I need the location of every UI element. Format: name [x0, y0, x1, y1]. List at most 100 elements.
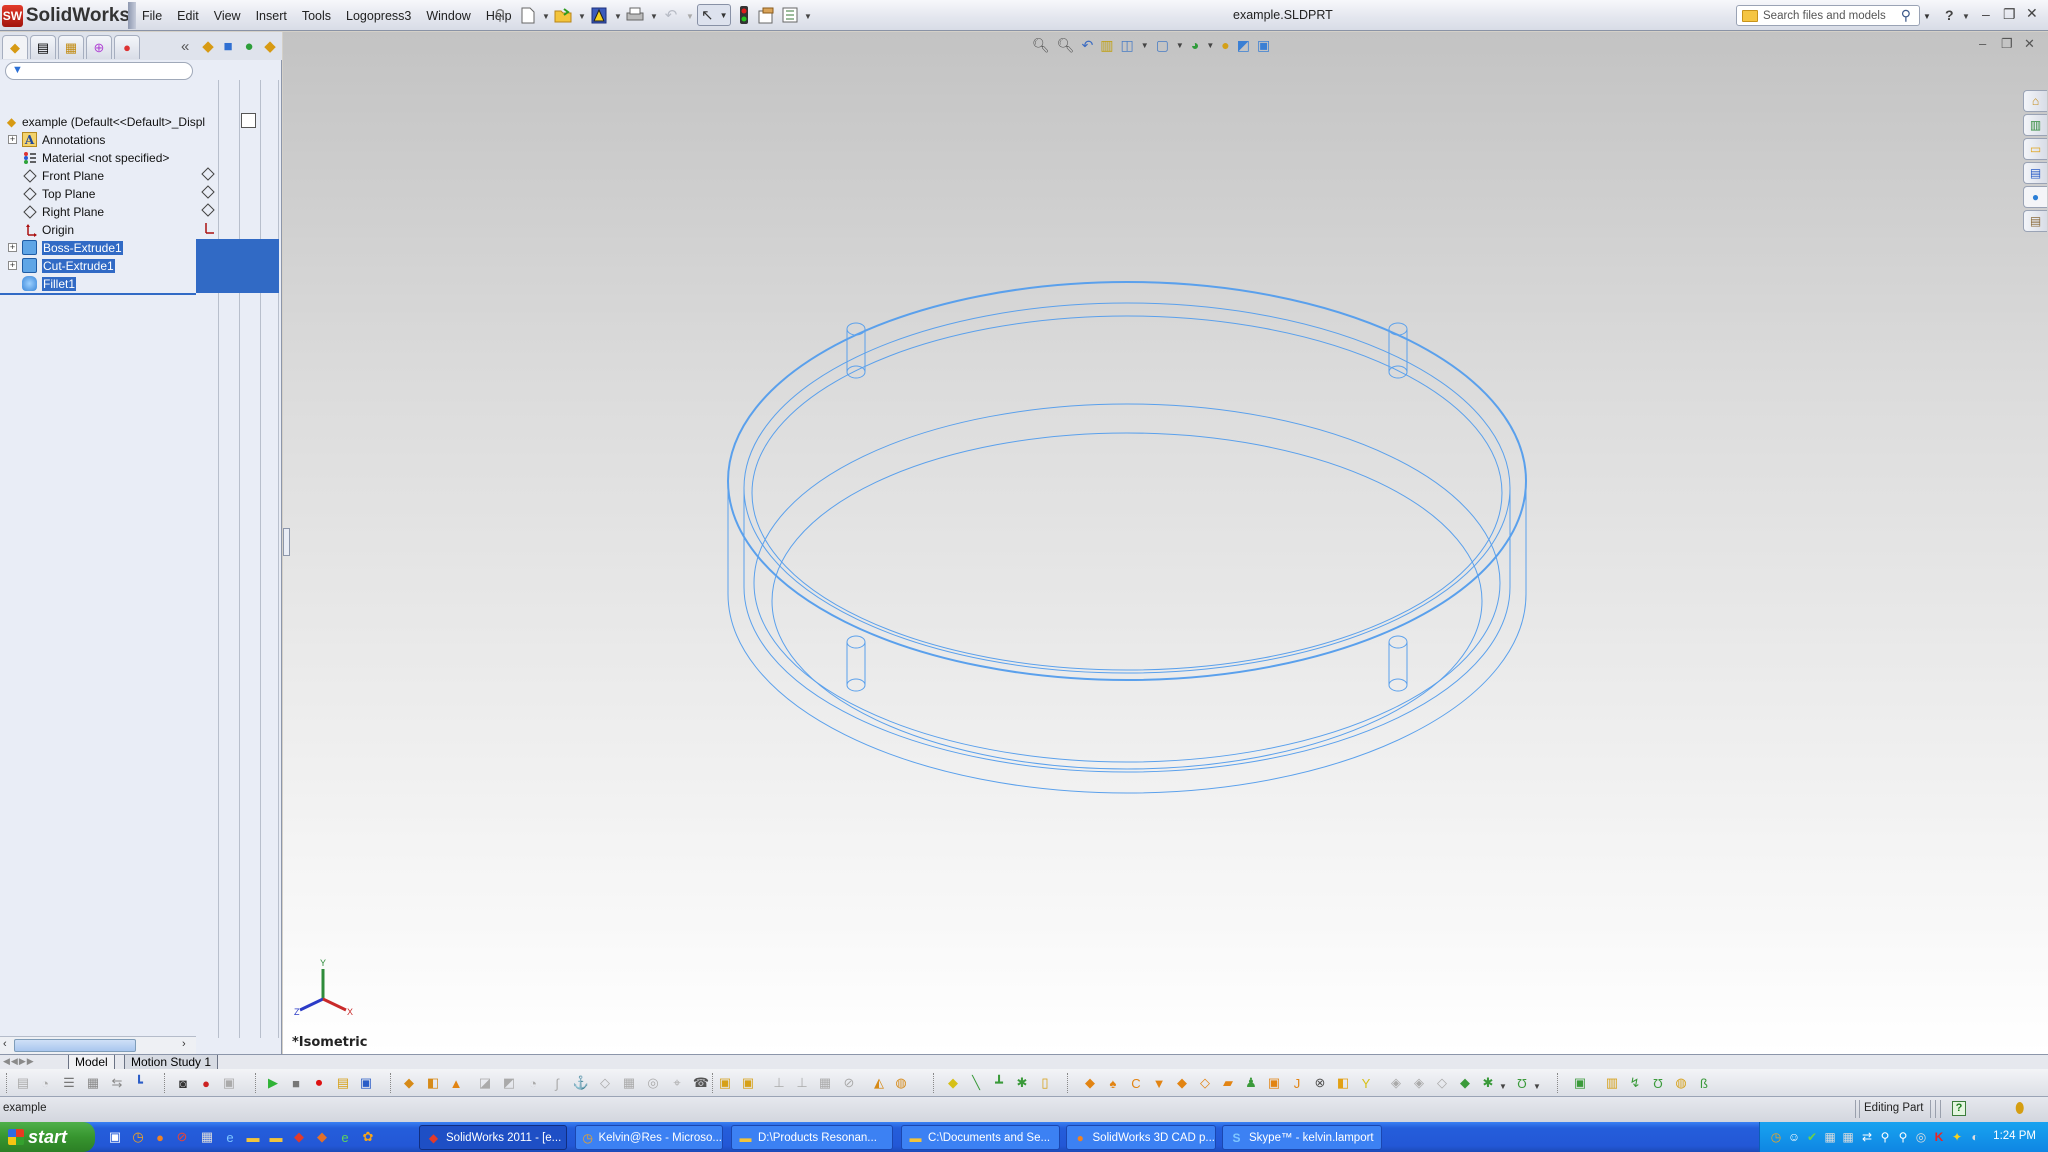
toolbar-icon[interactable]: ☰: [60, 1074, 78, 1092]
scroll-right-icon[interactable]: ›: [182, 1038, 186, 1050]
new-dropdown-caret[interactable]: ▼: [542, 12, 550, 21]
select-tool-button[interactable]: ↖ ▼: [697, 4, 731, 26]
toolbar-icon[interactable]: ◎: [644, 1074, 662, 1092]
task-outlook[interactable]: ◷ Kelvin@Res - Microso...: [575, 1125, 723, 1150]
tree-item-top-plane[interactable]: Top Plane: [0, 185, 196, 202]
tray-wand-icon[interactable]: ✦: [1949, 1129, 1965, 1145]
minimize-window-button[interactable]: –: [1982, 6, 1990, 22]
toolbar-icon[interactable]: ◆: [944, 1074, 962, 1092]
options-dropdown-caret[interactable]: ▼: [804, 12, 812, 21]
app-quicklaunch-icon[interactable]: ⊘: [174, 1129, 190, 1145]
help-dropdown-caret[interactable]: ▼: [1962, 12, 1970, 21]
save-dropdown-caret[interactable]: ▼: [614, 12, 622, 21]
toolbar-icon[interactable]: ╲: [967, 1074, 985, 1092]
start-button[interactable]: start: [0, 1122, 95, 1152]
solid-bodies-icon[interactable]: ■: [218, 36, 238, 56]
ie-quicklaunch-icon[interactable]: e: [222, 1129, 238, 1145]
toolbar-icon[interactable]: ▰: [1219, 1074, 1237, 1092]
toolbar-icon[interactable]: ▲: [447, 1074, 465, 1092]
options-list-icon[interactable]: [780, 5, 800, 25]
expand-icon[interactable]: +: [8, 261, 17, 270]
menu-window[interactable]: Window: [426, 9, 470, 23]
tab-solidworks-resources[interactable]: ⌂: [2023, 90, 2047, 112]
toolbar-icon[interactable]: ▦: [620, 1074, 638, 1092]
toolbar-icon[interactable]: ▥: [1603, 1074, 1621, 1092]
rebuild-traffic-light-icon[interactable]: [734, 5, 754, 25]
tree-item-material[interactable]: Material <not specified>: [0, 149, 196, 166]
toolbar-icon[interactable]: ∫: [548, 1074, 566, 1092]
toolbar-icon[interactable]: ▦: [84, 1074, 102, 1092]
tag-icon[interactable]: ⬮: [2015, 1100, 2024, 1117]
tray-outlook-icon[interactable]: ◷: [1768, 1129, 1784, 1145]
appearance-icon[interactable]: ●: [239, 36, 259, 56]
tray-network-icon[interactable]: ▦: [1822, 1129, 1838, 1145]
toolbar-icon[interactable]: ◭: [870, 1074, 888, 1092]
toolbar-icon[interactable]: C: [1127, 1074, 1145, 1092]
search-icon[interactable]: ⚲: [1901, 7, 1911, 24]
toolbar-dropdown-caret[interactable]: ▼: [1533, 1082, 1541, 1091]
toolbar-icon[interactable]: ◍: [1672, 1074, 1690, 1092]
tree-root-part[interactable]: ◆ example (Default<<Default>_Displ: [0, 113, 205, 130]
tray-shield-icon[interactable]: ✔: [1804, 1129, 1820, 1145]
tray-volume-icon[interactable]: ◐: [1967, 1129, 1983, 1145]
logo-flyout-handle[interactable]: [128, 2, 136, 29]
tab-custom-properties[interactable]: ▤: [2023, 210, 2047, 232]
menu-insert[interactable]: Insert: [256, 9, 287, 23]
tab-file-explorer[interactable]: ▭: [2023, 138, 2047, 160]
reference-triad[interactable]: Y Z X: [290, 955, 360, 1025]
plane-visibility-icon[interactable]: [201, 203, 215, 220]
search-options-caret[interactable]: ▼: [1923, 12, 1931, 21]
toolbar-icon[interactable]: ◔: [524, 1074, 542, 1092]
plane-visibility-icon[interactable]: [201, 167, 215, 184]
folder-quicklaunch-icon[interactable]: ▬: [268, 1129, 284, 1145]
tray-magnifier-icon[interactable]: ⚲: [1895, 1129, 1911, 1145]
toolbar-icon[interactable]: ◇: [596, 1074, 614, 1092]
toolbar-icon[interactable]: ▣: [739, 1074, 757, 1092]
folder-quicklaunch-icon[interactable]: ▬: [245, 1129, 261, 1145]
toolbar-icon[interactable]: ⇆: [108, 1074, 126, 1092]
toolbar-icon[interactable]: ♠: [1104, 1074, 1122, 1092]
toolbar-icon[interactable]: ⌖: [668, 1074, 686, 1092]
tab-scroll-arrows[interactable]: ◀◀▶▶: [3, 1056, 35, 1067]
tray-search-icon[interactable]: ⚲: [1877, 1129, 1893, 1145]
toolbar-icon[interactable]: Ʊ: [1513, 1074, 1531, 1092]
toolbar-icon[interactable]: ⊘: [840, 1074, 858, 1092]
rollback-bar[interactable]: [0, 293, 196, 295]
solidworks-quicklaunch-icon[interactable]: ◆: [291, 1129, 307, 1145]
open-dropdown-caret[interactable]: ▼: [578, 12, 586, 21]
toolbar-icon[interactable]: ▯: [1036, 1074, 1054, 1092]
tab-display-manager[interactable]: ●: [114, 35, 140, 59]
close-window-button[interactable]: ✕: [2026, 5, 2038, 22]
toolbar-icon[interactable]: ◈: [1387, 1074, 1405, 1092]
tree-filter-input[interactable]: ▼: [5, 62, 193, 80]
toolbar-icon[interactable]: ⊗: [1311, 1074, 1329, 1092]
menu-view[interactable]: View: [214, 9, 241, 23]
tree-item-origin[interactable]: Origin: [0, 221, 196, 238]
show-desktop-icon[interactable]: ▣: [107, 1129, 123, 1145]
tab-property-manager[interactable]: ▤: [30, 35, 56, 59]
tree-horizontal-scrollbar[interactable]: ‹ ›: [0, 1036, 196, 1054]
tab-model[interactable]: Model: [68, 1055, 115, 1070]
plane-visibility-icon[interactable]: [201, 185, 215, 202]
expand-icon[interactable]: +: [8, 135, 17, 144]
toolbar-icon[interactable]: ☎: [692, 1074, 710, 1092]
toolbar-icon[interactable]: Y: [1357, 1074, 1375, 1092]
toolbar-icon[interactable]: ▤: [334, 1074, 352, 1092]
record-icon[interactable]: ●: [197, 1074, 215, 1092]
configurations-icon[interactable]: ◆: [260, 36, 280, 56]
toolbar-icon[interactable]: ▦: [816, 1074, 834, 1092]
toolbar-icon[interactable]: ◪: [476, 1074, 494, 1092]
toolbar-icon[interactable]: ◆: [1081, 1074, 1099, 1092]
toolbar-icon[interactable]: ▣: [716, 1074, 734, 1092]
undo-icon[interactable]: ↶: [661, 5, 681, 25]
menu-edit[interactable]: Edit: [177, 9, 199, 23]
menu-file[interactable]: File: [142, 9, 162, 23]
print-dropdown-caret[interactable]: ▼: [650, 12, 658, 21]
tray-messenger-icon[interactable]: ☺: [1786, 1129, 1802, 1145]
tab-dimxpert-manager[interactable]: ⊕: [86, 35, 112, 59]
new-document-icon[interactable]: [518, 5, 538, 25]
toolbar-icon[interactable]: ▣: [220, 1074, 238, 1092]
expand-icon[interactable]: +: [8, 243, 17, 252]
task-firefox[interactable]: ● SolidWorks 3D CAD p...: [1066, 1125, 1216, 1150]
toolbar-icon[interactable]: ◧: [424, 1074, 442, 1092]
